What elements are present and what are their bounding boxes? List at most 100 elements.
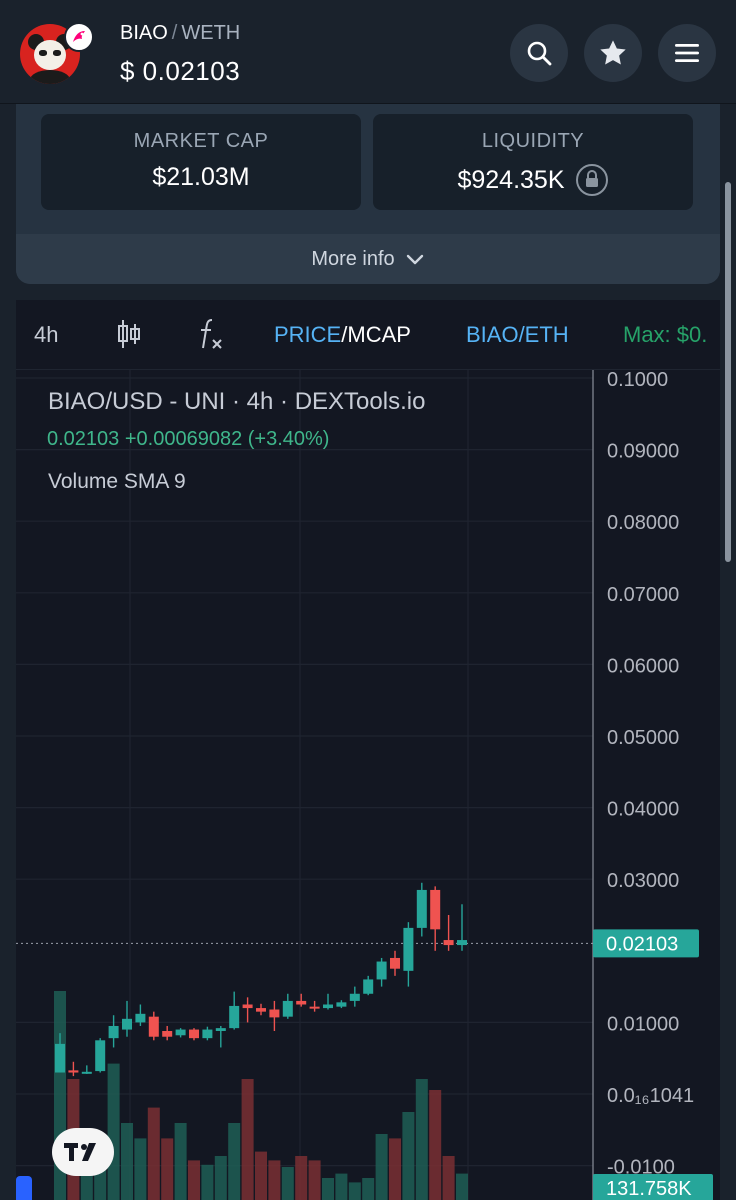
candle-body <box>108 1025 119 1039</box>
candle-body <box>215 1028 226 1031</box>
max-price-label: Max: $0. <box>623 322 708 347</box>
star-icon <box>600 40 626 65</box>
y-tick-label: 0.1000 <box>607 370 668 391</box>
indicators-button[interactable] <box>196 316 224 358</box>
chart-side-tab[interactable] <box>16 1176 32 1200</box>
candle-body <box>416 889 427 928</box>
volume-bar <box>228 1123 241 1200</box>
volume-bar <box>241 1079 254 1200</box>
chart-ohlc-values: 0.02103 +0.00069082 (+3.40%) <box>47 428 330 450</box>
candle-body <box>336 1002 347 1007</box>
logo-eye-left <box>39 50 47 56</box>
candle-body <box>443 940 454 946</box>
candle-body <box>95 1040 106 1072</box>
volume-bar <box>348 1182 361 1200</box>
volume-bar <box>161 1138 174 1200</box>
volume-bar <box>174 1123 187 1200</box>
volume-bar <box>456 1173 468 1200</box>
search-button[interactable] <box>510 24 568 82</box>
volume-bar <box>442 1156 455 1200</box>
pair-toggle[interactable]: BIAO/ETH <box>466 322 569 348</box>
volume-indicator-label: Volume SMA 9 <box>48 470 186 493</box>
token-price: $ 0.02103 <box>120 56 241 86</box>
y-tick-label: 0.07000 <box>607 584 679 606</box>
pair-name: BIAO / WETH <box>120 22 240 45</box>
candle-body <box>457 940 467 946</box>
candle-body <box>68 1070 79 1073</box>
volume-bar <box>402 1112 415 1200</box>
liquidity-label: LIQUIDITY <box>481 130 585 152</box>
quote-token: WETH <box>181 22 241 44</box>
candle-body <box>162 1030 173 1037</box>
candle-body <box>189 1029 199 1039</box>
volume-bar <box>375 1134 388 1200</box>
candle-body <box>175 1029 186 1036</box>
volume-bar <box>121 1123 133 1200</box>
volume-bar <box>80 1173 93 1200</box>
page-scrollbar[interactable] <box>725 182 731 562</box>
volume-bar <box>268 1160 281 1200</box>
price-chart[interactable]: 0.1000 0.09000 0.08000 0.07000 0.06000 0.0500… <box>16 370 720 1200</box>
liquidity-stat: LIQUIDITY $924.35K <box>373 114 693 210</box>
app-header: BIAO / WETH $ 0.02103 <box>0 0 736 104</box>
mcap-label: /MCAP <box>341 322 411 347</box>
menu-button[interactable] <box>658 24 716 82</box>
volume-bar <box>429 1090 442 1200</box>
base-token: BIAO <box>120 22 168 44</box>
liquidity-value: $924.35K <box>457 165 565 194</box>
volume-bar <box>415 1079 428 1200</box>
tradingview-icon <box>64 1143 96 1161</box>
y-tick-label: 0.0₁₆1041 <box>607 1085 694 1107</box>
volume-bar <box>335 1173 348 1200</box>
y-tick-label: 0.03000 <box>607 870 679 892</box>
volume-bar <box>281 1167 294 1200</box>
more-info-toggle[interactable]: More info <box>16 234 720 284</box>
candle-body <box>430 889 441 930</box>
candle-body <box>282 1000 293 1017</box>
candle-body <box>135 1013 146 1023</box>
y-tick-label: 0.01000 <box>607 1013 679 1035</box>
candle-body <box>229 1005 240 1029</box>
chart-title: BIAO/USD - UNI · 4h · DEXTools.io <box>48 388 426 415</box>
candle-body <box>296 1000 307 1005</box>
function-icon <box>201 319 222 349</box>
lock-icon[interactable] <box>575 163 609 197</box>
price-mcap-toggle[interactable]: PRICE/MCAP <box>274 322 411 348</box>
volume-bar <box>322 1178 334 1200</box>
candle-body <box>403 927 414 971</box>
candle-body <box>390 957 400 969</box>
volume-bar <box>201 1164 214 1200</box>
pair-separator: / <box>171 22 178 44</box>
y-tick-label: 0.04000 <box>607 799 679 821</box>
candle-body <box>269 1009 280 1018</box>
chart-toolbar: 4h PRICE/MCAP BIAO/ETH Max: $0. <box>16 300 720 370</box>
candle-body <box>376 961 387 980</box>
favorite-button[interactable] <box>584 24 642 82</box>
volume-bar <box>255 1151 267 1200</box>
market-cap-label: MARKET CAP <box>133 130 269 152</box>
logo-body <box>30 70 70 84</box>
candle-body <box>122 1018 132 1030</box>
volume-bar <box>295 1156 308 1200</box>
volume-bar <box>188 1160 200 1200</box>
price-label: PRICE <box>274 322 342 347</box>
volume-bar <box>214 1156 227 1200</box>
y-tick-label: 0.08000 <box>607 512 679 534</box>
candle-body <box>202 1029 213 1039</box>
volume-bar <box>107 1063 120 1200</box>
y-tick-label: 0.05000 <box>607 727 679 749</box>
last-price-tag-text: 0.02103 <box>606 933 678 955</box>
candle-body <box>256 1008 266 1012</box>
volume-bar <box>308 1160 321 1200</box>
interval-selector[interactable]: 4h <box>34 322 58 348</box>
candle-body <box>55 1043 65 1073</box>
candle-type-button[interactable] <box>116 318 142 356</box>
market-cap-value: $21.03M <box>152 163 250 191</box>
y-tick-label: 0.09000 <box>607 441 679 463</box>
candle-body <box>349 993 360 1001</box>
market-cap-stat: MARKET CAP $21.03M <box>41 114 361 210</box>
volume-bar <box>147 1107 160 1200</box>
chart-background <box>16 370 720 1200</box>
tradingview-logo[interactable] <box>52 1128 114 1176</box>
candle-body <box>81 1071 92 1074</box>
